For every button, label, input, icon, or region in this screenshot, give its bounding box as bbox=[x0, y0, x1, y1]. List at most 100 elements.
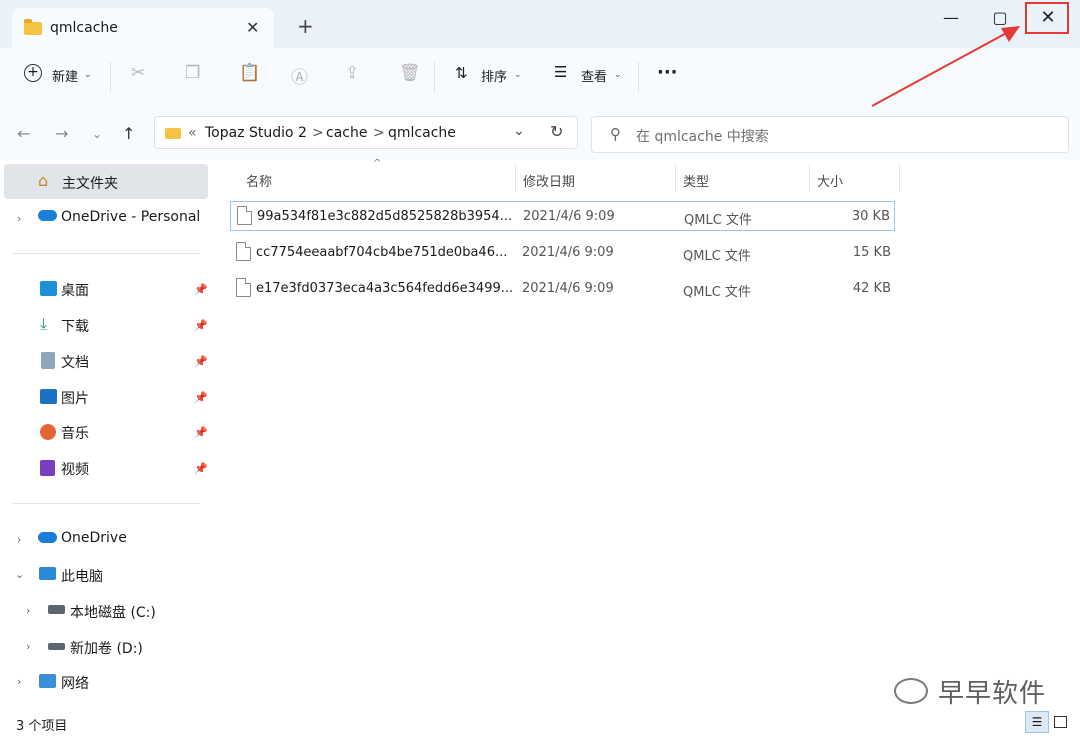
new-button[interactable]: 新建 bbox=[52, 66, 78, 85]
collapse-chevron-icon[interactable]: ⌄ bbox=[15, 568, 24, 581]
search-placeholder: 在 qmlcache 中搜索 bbox=[636, 129, 769, 145]
file-type: QMLC 文件 bbox=[683, 249, 751, 264]
refresh-icon[interactable]: ↻ bbox=[550, 122, 563, 141]
document-icon bbox=[41, 352, 55, 369]
sidebar-item-this-pc[interactable]: 此电脑 bbox=[61, 566, 103, 586]
table-row[interactable]: 99a534f81e3c882d5d8525828b3954... 2021/4… bbox=[230, 201, 895, 231]
column-divider[interactable] bbox=[809, 164, 810, 192]
sidebar-item-drive-c[interactable]: 本地磁盘 (C:) bbox=[70, 602, 156, 622]
address-history-chevron-icon[interactable]: ⌄ bbox=[513, 123, 525, 139]
expand-chevron-icon[interactable]: › bbox=[17, 533, 21, 546]
wechat-logo-icon bbox=[894, 678, 928, 704]
chevron-down-icon: ⌄ bbox=[84, 70, 92, 80]
tab-qmlcache[interactable]: qmlcache ✕ bbox=[12, 8, 274, 48]
sidebar-item-music[interactable]: 音乐 bbox=[61, 423, 89, 443]
breadcrumb-qmlcache[interactable]: qmlcache bbox=[388, 125, 456, 141]
pictures-icon bbox=[40, 389, 57, 404]
file-modified: 2021/4/6 9:09 bbox=[522, 245, 614, 260]
sidebar-item-downloads[interactable]: 下载 bbox=[61, 316, 89, 336]
folder-icon bbox=[24, 19, 42, 35]
sidebar-item-onedrive-personal[interactable]: OneDrive - Personal bbox=[61, 209, 200, 225]
pin-icon[interactable]: 📌 bbox=[194, 462, 208, 475]
highlight-box bbox=[1025, 2, 1069, 34]
desktop-icon bbox=[40, 281, 57, 296]
computer-icon bbox=[39, 567, 56, 580]
column-divider[interactable] bbox=[899, 164, 900, 192]
watermark-text: 早早软件 bbox=[938, 679, 1047, 709]
sidebar-item-documents[interactable]: 文档 bbox=[61, 352, 89, 372]
table-row[interactable]: cc7754eeaabf704cb4be751de0ba46... 2021/4… bbox=[230, 238, 895, 268]
column-header-modified[interactable]: 修改日期 bbox=[523, 171, 575, 190]
back-arrow-icon[interactable]: ← bbox=[17, 124, 30, 143]
column-divider[interactable] bbox=[675, 164, 676, 192]
sidebar-item-onedrive[interactable]: OneDrive bbox=[61, 530, 127, 546]
sidebar-item-network[interactable]: 网络 bbox=[61, 673, 89, 693]
new-tab-button[interactable]: + bbox=[297, 14, 314, 38]
sidebar-divider bbox=[12, 253, 200, 254]
breadcrumb-topaz-studio-2[interactable]: Topaz Studio 2 bbox=[205, 125, 307, 141]
pin-icon[interactable]: 📌 bbox=[194, 355, 208, 368]
expand-chevron-icon[interactable]: › bbox=[26, 640, 30, 653]
folder-icon bbox=[165, 128, 181, 139]
drive-c-icon bbox=[48, 605, 65, 614]
recent-chevron-icon[interactable]: ⌄ bbox=[92, 127, 102, 141]
table-row[interactable]: e17e3fd0373eca4a3c564fedd6e3499... 2021/… bbox=[230, 274, 895, 304]
tab-title: qmlcache bbox=[50, 20, 118, 36]
pin-icon[interactable]: 📌 bbox=[194, 426, 208, 439]
file-size: 15 KB bbox=[852, 245, 891, 260]
file-type: QMLC 文件 bbox=[684, 213, 752, 228]
sidebar-item-pictures[interactable]: 图片 bbox=[61, 388, 89, 408]
music-icon bbox=[40, 424, 56, 440]
more-options-button[interactable]: ··· bbox=[657, 62, 678, 83]
file-icon bbox=[236, 242, 251, 261]
copy-icon[interactable]: ❐ bbox=[185, 63, 200, 83]
file-size: 30 KB bbox=[851, 209, 890, 224]
breadcrumb-separator: > bbox=[312, 125, 324, 141]
sidebar-item-home[interactable]: ⌂ 主文件夹 bbox=[4, 164, 208, 199]
forward-arrow-icon[interactable]: → bbox=[55, 124, 68, 143]
column-header-type[interactable]: 类型 bbox=[683, 171, 709, 190]
rename-icon[interactable]: Ⓐ bbox=[291, 63, 308, 88]
toolbar-divider bbox=[434, 62, 435, 92]
column-header-size[interactable]: 大小 bbox=[817, 171, 843, 190]
column-header-name[interactable]: 名称 bbox=[246, 171, 272, 190]
sidebar-item-videos[interactable]: 视频 bbox=[61, 459, 89, 479]
address-bar[interactable]: « Topaz Studio 2 > cache > qmlcache ⌄ bbox=[154, 116, 578, 149]
file-list: ^ 名称 修改日期 类型 大小 99a534f81e3c882d5d852582… bbox=[216, 158, 1080, 707]
pin-icon[interactable]: 📌 bbox=[194, 319, 208, 332]
share-icon[interactable]: ⇪ bbox=[345, 63, 359, 83]
delete-icon[interactable]: 🗑 bbox=[399, 63, 421, 83]
breadcrumb-cache[interactable]: cache bbox=[326, 125, 367, 141]
sort-button[interactable]: 排序 bbox=[481, 66, 507, 85]
cut-icon[interactable]: ✂ bbox=[131, 63, 145, 83]
file-modified: 2021/4/6 9:09 bbox=[522, 281, 614, 296]
drive-d-icon bbox=[48, 643, 65, 650]
file-icon bbox=[236, 278, 251, 297]
sidebar-item-drive-d[interactable]: 新加卷 (D:) bbox=[70, 638, 143, 658]
sidebar-divider bbox=[12, 503, 200, 504]
search-input[interactable]: ⚲ 在 qmlcache 中搜索 bbox=[591, 116, 1069, 153]
up-arrow-icon[interactable]: ↑ bbox=[122, 124, 135, 143]
pin-icon[interactable]: 📌 bbox=[194, 391, 208, 404]
search-icon: ⚲ bbox=[610, 125, 621, 143]
chevron-down-icon: ⌄ bbox=[514, 70, 522, 80]
tiles-view-button[interactable] bbox=[1054, 716, 1067, 728]
expand-chevron-icon[interactable]: › bbox=[17, 675, 21, 688]
navigation-pane: ⌂ 主文件夹 › OneDrive - Personal 桌面 📌 ⤓ 下载 📌… bbox=[0, 160, 216, 707]
address-row: ← → ⌄ ↑ « Topaz Studio 2 > cache > qmlca… bbox=[0, 106, 1080, 160]
file-name: e17e3fd0373eca4a3c564fedd6e3499... bbox=[256, 281, 514, 296]
video-icon bbox=[40, 460, 55, 476]
breadcrumb-overflow[interactable]: « bbox=[188, 125, 197, 141]
file-name: 99a534f81e3c882d5d8525828b3954... bbox=[257, 209, 513, 224]
expand-chevron-icon[interactable]: › bbox=[17, 212, 21, 225]
view-button[interactable]: 查看 bbox=[581, 66, 607, 85]
pin-icon[interactable]: 📌 bbox=[194, 283, 208, 296]
column-divider[interactable] bbox=[515, 164, 516, 192]
tab-close-icon[interactable]: ✕ bbox=[246, 18, 259, 37]
expand-chevron-icon[interactable]: › bbox=[26, 604, 30, 617]
details-view-button[interactable]: ☰ bbox=[1025, 711, 1049, 733]
sidebar-item-desktop[interactable]: 桌面 bbox=[61, 280, 89, 300]
file-type: QMLC 文件 bbox=[683, 285, 751, 300]
file-name: cc7754eeaabf704cb4be751de0ba46... bbox=[256, 245, 508, 260]
paste-icon[interactable]: 📋 bbox=[239, 63, 260, 83]
